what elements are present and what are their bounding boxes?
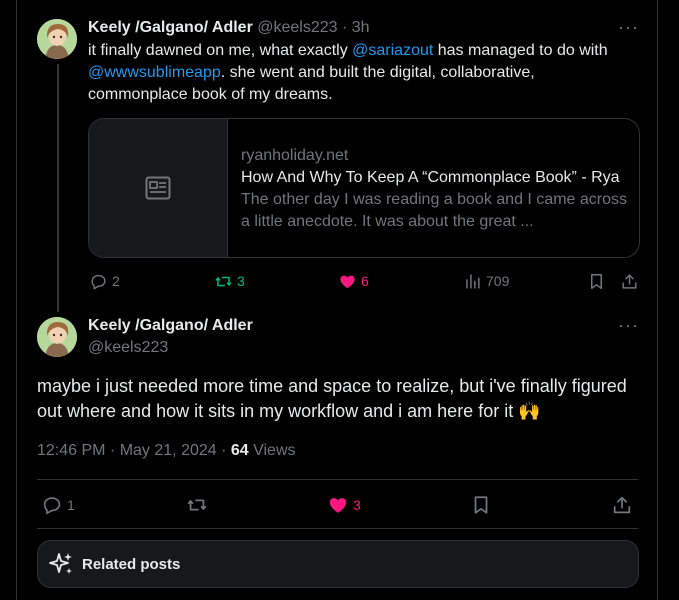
reply-button[interactable]: 1 [41, 495, 75, 515]
timestamp[interactable]: 3h [352, 19, 370, 36]
bookmark-icon [474, 496, 488, 514]
views-button[interactable]: 709 [463, 271, 509, 291]
share-button[interactable] [611, 495, 633, 515]
timestamp[interactable]: 12:46 PM · May 21, 2024 · [37, 442, 231, 459]
card-title: How And Why To Keep A “Commonplace Book”… [241, 169, 620, 186]
avatar-illustration [37, 19, 77, 59]
tweet-header: Keely /Galgano/ Adler @keels223 · 3h [88, 19, 370, 37]
link-preview-card[interactable]: ryanholiday.net How And Why To Keep A “C… [88, 118, 640, 258]
separator: · [342, 19, 348, 36]
reply-count: 2 [112, 273, 120, 289]
tweet-text: it finally dawned on me, what exactly @s… [88, 40, 628, 106]
repost-icon [187, 499, 207, 511]
views-label: Views [248, 442, 296, 459]
analytics-icon [466, 273, 480, 289]
divider [37, 479, 638, 480]
bookmark-icon [590, 273, 603, 289]
avatar-illustration [37, 317, 77, 357]
mention-link[interactable]: @wwwsublimeapp [88, 64, 221, 81]
share-icon [613, 496, 631, 514]
display-name[interactable]: Keely /Galgano/ Adler [88, 317, 253, 335]
thread-connector-line [57, 64, 59, 312]
like-count: 6 [361, 273, 369, 289]
card-body: ryanholiday.net How And Why To Keep A “C… [241, 145, 631, 233]
heart-icon [340, 275, 355, 288]
tweet-text-part: has managed to do with [433, 42, 608, 59]
divider [37, 528, 638, 529]
view-count: 64 [230, 442, 249, 459]
view-count: 709 [486, 273, 510, 289]
tweet-text-part: it finally dawned on me, what exactly [88, 42, 353, 59]
reply-icon [91, 274, 106, 289]
bookmark-button[interactable] [587, 271, 606, 291]
related-posts-label: Related posts [82, 555, 181, 573]
related-posts-button[interactable]: Related posts [37, 540, 639, 588]
share-icon [622, 273, 637, 289]
avatar[interactable] [37, 317, 77, 357]
repost-button[interactable]: 3 [214, 271, 245, 291]
mention-link[interactable]: @sariazout [352, 42, 433, 59]
bookmark-button[interactable] [470, 495, 492, 515]
like-button[interactable]: 3 [327, 495, 361, 515]
more-options-icon[interactable]: ··· [618, 316, 638, 340]
article-icon [145, 176, 171, 200]
display-name[interactable]: Keely /Galgano/ Adler [88, 19, 253, 36]
more-options-icon[interactable]: ··· [618, 18, 638, 42]
sparkle-icon [49, 553, 72, 574]
share-button[interactable] [620, 271, 639, 291]
handle[interactable]: @keels223 [257, 19, 337, 36]
repost-count: 3 [237, 273, 245, 289]
reply-button[interactable]: 2 [89, 271, 120, 291]
tweet-metadata: 12:46 PM · May 21, 2024 · 64 Views [37, 442, 296, 460]
tweet-text: maybe i just needed more time and space … [37, 376, 627, 421]
reply-icon [43, 497, 61, 515]
card-domain: ryanholiday.net [241, 147, 349, 164]
card-description: The other day I was reading a book and I… [241, 191, 627, 230]
heart-icon [329, 498, 347, 513]
card-thumbnail [89, 119, 228, 257]
like-count: 3 [353, 497, 361, 513]
reply-count: 1 [67, 497, 75, 513]
handle[interactable]: @keels223 [88, 339, 168, 357]
repost-button[interactable] [186, 495, 208, 515]
like-button[interactable]: 6 [338, 271, 369, 291]
avatar[interactable] [37, 19, 77, 59]
repost-icon [215, 276, 232, 286]
